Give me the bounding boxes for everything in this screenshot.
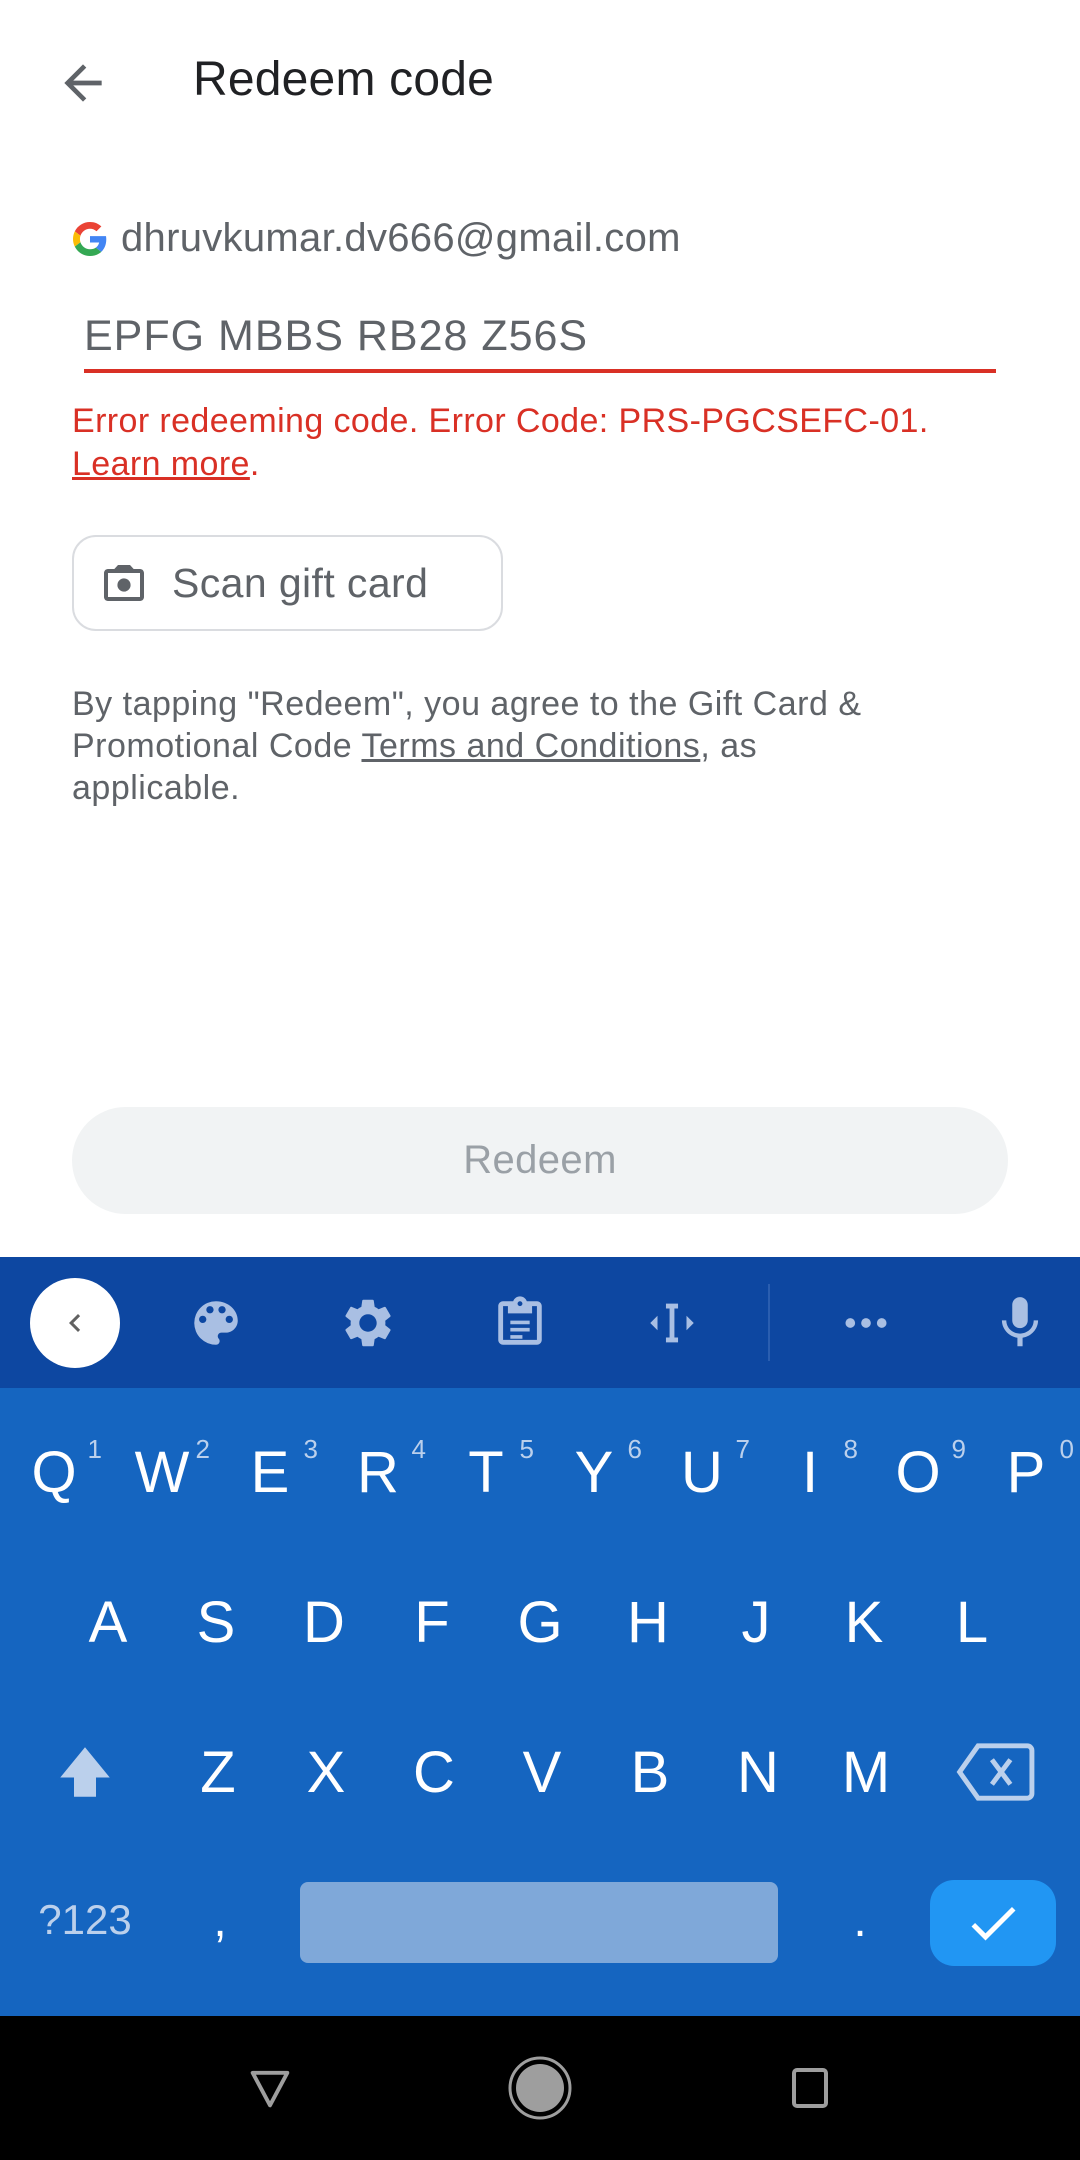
key-label: Y: [574, 1439, 614, 1505]
key-hint: 7: [735, 1434, 750, 1464]
key-o[interactable]: O9: [864, 1412, 972, 1532]
key-hint: 3: [303, 1434, 318, 1464]
key-label: O: [895, 1439, 941, 1505]
nav-back-icon: [250, 2070, 290, 2108]
account-email: dhruvkumar.dv666@gmail.com: [121, 216, 681, 260]
key-g[interactable]: G: [486, 1562, 594, 1682]
nav-back-button[interactable]: [210, 2016, 330, 2160]
backspace-key[interactable]: [940, 1722, 1050, 1822]
redeem-code-input[interactable]: [84, 300, 996, 372]
key-t[interactable]: T5: [432, 1412, 540, 1532]
key-i[interactable]: I8: [756, 1412, 864, 1532]
period-key[interactable]: .: [810, 1870, 910, 1970]
chevron-left-icon: [69, 1314, 81, 1332]
key-r[interactable]: R4: [324, 1412, 432, 1532]
key-u[interactable]: U7: [648, 1412, 756, 1532]
key-a[interactable]: A: [54, 1562, 162, 1682]
key-s[interactable]: S: [162, 1562, 270, 1682]
key-label: Q: [31, 1439, 77, 1505]
learn-more-link[interactable]: Learn more: [72, 445, 250, 483]
key-hint: 1: [87, 1434, 102, 1464]
keyboard-voice-button[interactable]: [972, 1257, 1068, 1388]
scan-gift-card-label: Scan gift card: [172, 559, 429, 606]
key-hint: 4: [411, 1434, 426, 1464]
arrow-back-icon: [64, 64, 102, 102]
more-horizontal-icon: [845, 1317, 887, 1328]
system-navigation-bar: [0, 2016, 1080, 2160]
toolbar-divider: [768, 1284, 770, 1361]
key-label: E: [250, 1439, 290, 1505]
enter-key[interactable]: [930, 1880, 1056, 1966]
shift-icon: [60, 1747, 110, 1797]
symbols-key[interactable]: ?123: [20, 1870, 150, 1970]
camera-icon: [104, 565, 144, 601]
key-label: I: [801, 1439, 819, 1505]
error-message: Error redeeming code. Error Code: PRS-PG…: [72, 400, 1012, 486]
key-l[interactable]: L: [918, 1562, 1026, 1682]
error-text: Error redeeming code. Error Code: PRS-PG…: [72, 402, 929, 440]
redeem-button[interactable]: Redeem: [72, 1107, 1008, 1214]
key-b[interactable]: B: [596, 1712, 704, 1832]
microphone-icon: [1001, 1296, 1039, 1346]
gear-icon: [345, 1299, 391, 1346]
shift-key[interactable]: [30, 1722, 140, 1822]
key-y[interactable]: Y6: [540, 1412, 648, 1532]
key-p[interactable]: P0: [972, 1412, 1080, 1532]
error-trailing-period: .: [249, 445, 260, 483]
input-error-underline: [84, 369, 996, 373]
check-icon: [971, 1906, 1016, 1941]
scan-gift-card-button[interactable]: Scan gift card: [72, 535, 503, 631]
terms-and-conditions-link[interactable]: Terms and Conditions: [361, 727, 700, 765]
redeem-button-label: Redeem: [463, 1138, 617, 1182]
keyboard-collapse-button[interactable]: [30, 1278, 120, 1368]
back-button[interactable]: [40, 43, 126, 123]
keyboard-text-editing-button[interactable]: [624, 1257, 720, 1388]
key-q[interactable]: Q1: [0, 1412, 108, 1532]
key-j[interactable]: J: [702, 1562, 810, 1682]
nav-recents-icon: [792, 2068, 828, 2108]
cursor-move-icon: [650, 1303, 694, 1342]
nav-recents-button[interactable]: [750, 2016, 870, 2160]
key-d[interactable]: D: [270, 1562, 378, 1682]
key-n[interactable]: N: [704, 1712, 812, 1832]
key-hint: 6: [627, 1434, 642, 1464]
key-hint: 9: [951, 1434, 966, 1464]
keyboard-clipboard-button[interactable]: [472, 1257, 568, 1388]
account-row: dhruvkumar.dv666@gmail.com: [73, 216, 681, 261]
key-e[interactable]: E3: [216, 1412, 324, 1532]
nav-home-button[interactable]: [480, 2016, 600, 2160]
key-w[interactable]: W2: [108, 1412, 216, 1532]
key-hint: 5: [519, 1434, 534, 1464]
key-hint: 8: [843, 1434, 858, 1464]
nav-home-icon: [508, 2056, 572, 2120]
google-g-logo-icon: [73, 221, 107, 256]
key-h[interactable]: H: [594, 1562, 702, 1682]
key-f[interactable]: F: [378, 1562, 486, 1682]
key-label: R: [357, 1439, 399, 1505]
key-label: P: [1006, 1439, 1046, 1505]
page-title: Redeem code: [193, 53, 495, 106]
space-key[interactable]: [300, 1882, 778, 1963]
terms-text: By tapping "Redeem", you agree to the Gi…: [72, 683, 932, 809]
keyboard-toolbar: [0, 1257, 1080, 1388]
key-k[interactable]: K: [810, 1562, 918, 1682]
key-label: W: [134, 1439, 190, 1505]
key-z[interactable]: Z: [164, 1712, 272, 1832]
palette-icon: [194, 1300, 238, 1345]
key-m[interactable]: M: [812, 1712, 920, 1832]
key-label: T: [468, 1439, 504, 1505]
keyboard-theme-button[interactable]: [168, 1257, 264, 1388]
key-x[interactable]: X: [272, 1712, 380, 1832]
key-hint: 0: [1059, 1434, 1074, 1464]
keyboard-more-button[interactable]: [818, 1257, 914, 1388]
key-label: U: [681, 1439, 723, 1505]
clipboard-icon: [498, 1295, 542, 1345]
key-hint: 2: [195, 1434, 210, 1464]
key-v[interactable]: V: [488, 1712, 596, 1832]
key-c[interactable]: C: [380, 1712, 488, 1832]
backspace-icon: [956, 1743, 1035, 1801]
comma-key[interactable]: ,: [170, 1870, 270, 1970]
keyboard-settings-button[interactable]: [320, 1257, 416, 1388]
